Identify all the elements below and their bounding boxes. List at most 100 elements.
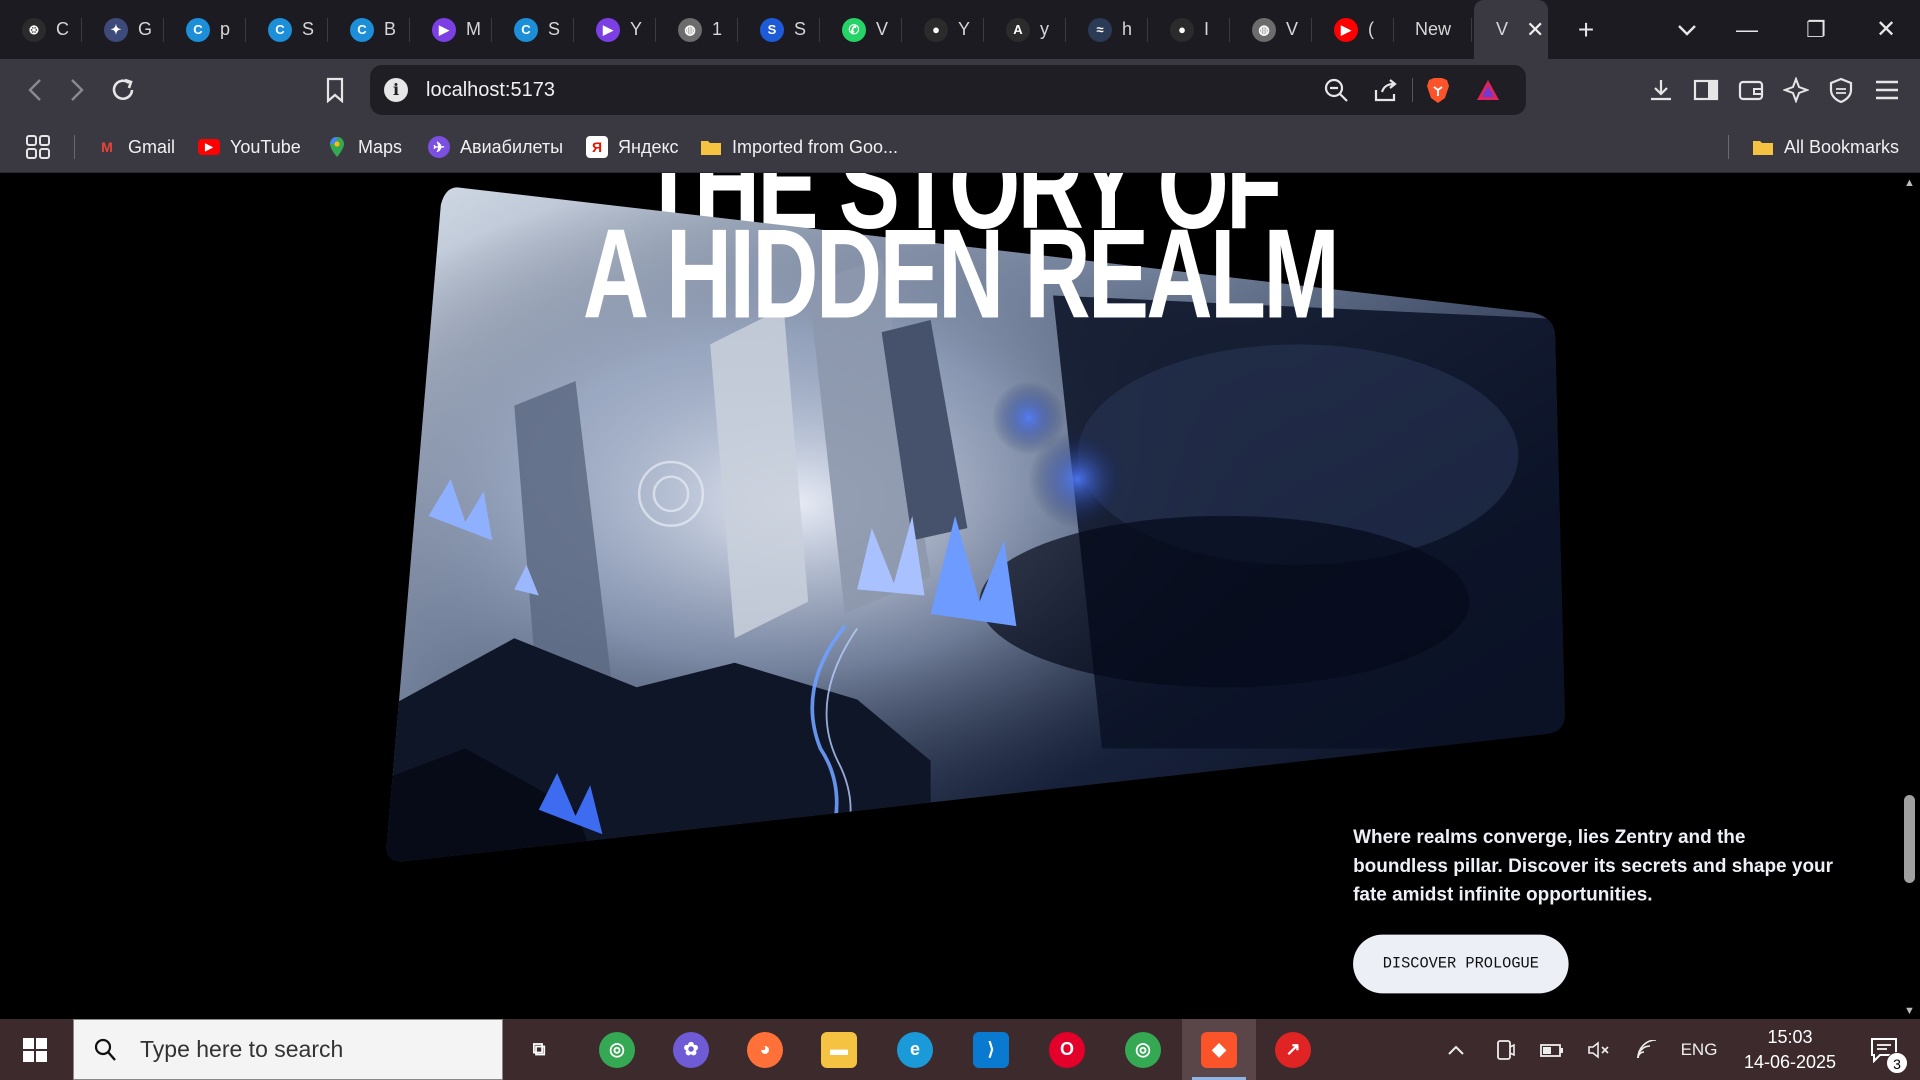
browser-tab-active[interactable]: V ✕ bbox=[1474, 0, 1548, 59]
bookmark-aviasales[interactable]: ✈ Авиабилеты bbox=[428, 121, 563, 173]
browser-tab[interactable]: ● Y bbox=[902, 0, 984, 59]
browser-tab[interactable]: ≈ h bbox=[1066, 0, 1148, 59]
close-tab-icon[interactable]: ✕ bbox=[1526, 17, 1544, 43]
browser-tab[interactable]: Ay bbox=[984, 0, 1066, 59]
close-window-button[interactable]: ✕ bbox=[1856, 0, 1916, 59]
start-button[interactable] bbox=[0, 1019, 70, 1080]
chevron-down-icon bbox=[1678, 24, 1696, 36]
taskbar-app-firefox[interactable]: ◕ bbox=[728, 1019, 802, 1080]
taskbar-app-opera[interactable]: O bbox=[1030, 1019, 1104, 1080]
notification-center-button[interactable]: 3 bbox=[1848, 1019, 1920, 1080]
url-text[interactable]: localhost:5173 bbox=[426, 65, 555, 115]
browser-tab[interactable]: ◍ 1 bbox=[656, 0, 738, 59]
wallet-icon bbox=[1738, 80, 1764, 101]
gemini-icon: ✦ bbox=[104, 17, 128, 42]
browser-tab[interactable]: SS bbox=[738, 0, 820, 59]
browser-tab[interactable]: ● I bbox=[1148, 0, 1230, 59]
clock[interactable]: 15:03 14-06-2025 bbox=[1735, 1019, 1845, 1080]
bookmark-youtube[interactable]: ▶ YouTube bbox=[198, 121, 301, 173]
taskbar-app-vscode[interactable]: ⟩ bbox=[954, 1019, 1028, 1080]
meet-now-button[interactable] bbox=[1488, 1019, 1522, 1080]
browser-tab[interactable]: ▶ M bbox=[410, 0, 492, 59]
reload-icon bbox=[112, 78, 134, 100]
s-logo-icon: S bbox=[760, 17, 784, 42]
bookmark-folder[interactable]: Imported from Goo... bbox=[700, 121, 898, 173]
volume-button[interactable] bbox=[1582, 1019, 1616, 1080]
browser-tab[interactable]: ▶ Y bbox=[574, 0, 656, 59]
browser-tab[interactable]: ◍ V bbox=[1230, 0, 1312, 59]
language-indicator[interactable]: ENG bbox=[1674, 1019, 1724, 1080]
taskbar-app-chrome-profile[interactable]: ◎ bbox=[1106, 1019, 1180, 1080]
bookmark-yandex[interactable]: Я Яндекс bbox=[586, 121, 679, 173]
browser-tab[interactable]: CS bbox=[492, 0, 574, 59]
browser-tab[interactable]: ⊛ C bbox=[0, 0, 82, 59]
folder-icon bbox=[700, 136, 722, 158]
taskbar-app-edge[interactable]: e bbox=[878, 1019, 952, 1080]
plus-icon: + bbox=[1577, 13, 1595, 45]
vertical-scrollbar[interactable]: ▲ ▼ bbox=[1899, 173, 1920, 1019]
windows-taskbar: Type here to search ENG 15:03 14-06-2025… bbox=[0, 1019, 1920, 1080]
tab-title: I bbox=[1204, 19, 1210, 39]
battery-button[interactable] bbox=[1534, 1019, 1570, 1080]
new-tab-button[interactable]: + bbox=[1556, 0, 1616, 59]
browser-tab[interactable]: ▶( bbox=[1312, 0, 1394, 59]
bookmark-page-button[interactable] bbox=[312, 59, 358, 121]
menu-button[interactable] bbox=[1864, 59, 1910, 121]
downloads-button[interactable] bbox=[1638, 59, 1684, 121]
bookmark-gmail[interactable]: M Gmail bbox=[96, 121, 175, 173]
scroll-down-arrow-icon[interactable]: ▼ bbox=[1899, 1005, 1920, 1017]
tab-list-button[interactable] bbox=[1657, 0, 1717, 59]
taskbar-app-brave[interactable]: ◆ bbox=[1182, 1019, 1256, 1080]
browser-tab[interactable]: CS bbox=[246, 0, 328, 59]
back-button[interactable] bbox=[12, 59, 58, 121]
browser-tab-new[interactable]: New bbox=[1394, 0, 1472, 59]
bookmark-label: Gmail bbox=[128, 136, 176, 157]
brave-shields-button[interactable] bbox=[1418, 65, 1458, 115]
sidebar-button[interactable] bbox=[1683, 59, 1729, 121]
address-bar[interactable]: i localhost:5173 bbox=[370, 65, 1526, 115]
zoom-button[interactable] bbox=[1316, 65, 1356, 115]
minimize-button[interactable]: — bbox=[1717, 0, 1777, 59]
rewards-triangle-icon bbox=[1477, 80, 1499, 100]
discover-prologue-button[interactable]: DISCOVER PROLOGUE bbox=[1353, 934, 1569, 994]
taskbar-app-app-red[interactable]: ↗ bbox=[1256, 1019, 1330, 1080]
globe-icon: ◍ bbox=[678, 17, 702, 42]
site-info-icon[interactable]: i bbox=[384, 78, 408, 102]
wallet-button[interactable] bbox=[1728, 59, 1774, 121]
taskbar-app-file-explorer[interactable]: ▬ bbox=[802, 1019, 876, 1080]
tab-title: ( bbox=[1368, 19, 1374, 39]
scrollbar-thumb[interactable] bbox=[1904, 795, 1915, 883]
taskbar-app-task-view[interactable]: ⧉ bbox=[502, 1019, 576, 1080]
browser-tab[interactable]: ✆ V bbox=[820, 0, 902, 59]
bookmark-label: YouTube bbox=[230, 136, 301, 157]
share-button[interactable] bbox=[1366, 65, 1406, 115]
maps-pin-icon bbox=[326, 136, 348, 158]
all-bookmarks-button[interactable]: All Bookmarks bbox=[1752, 121, 1899, 173]
tab-title: V bbox=[1496, 19, 1509, 39]
browser-tab[interactable]: CB bbox=[328, 0, 410, 59]
wifi-button[interactable] bbox=[1630, 1019, 1666, 1080]
vpn-button[interactable] bbox=[1818, 59, 1864, 121]
taskbar-app-chrome[interactable]: ◎ bbox=[580, 1019, 654, 1080]
ai-logo-icon: A bbox=[1006, 17, 1030, 42]
apps-button[interactable] bbox=[24, 121, 52, 173]
browser-tab[interactable]: ✦ G bbox=[82, 0, 164, 59]
taskbar-app-copilot[interactable]: ✿ bbox=[654, 1019, 728, 1080]
show-hidden-icons-button[interactable] bbox=[1440, 1019, 1472, 1080]
restore-button[interactable]: ❐ bbox=[1786, 0, 1846, 59]
brave-rewards-button[interactable] bbox=[1468, 65, 1508, 115]
browser-tab[interactable]: Cp bbox=[164, 0, 246, 59]
sparkle-icon bbox=[1783, 77, 1809, 103]
reload-button[interactable] bbox=[100, 59, 146, 121]
forward-button[interactable] bbox=[54, 59, 100, 121]
tab-title: S bbox=[794, 19, 807, 39]
scroll-up-arrow-icon[interactable]: ▲ bbox=[1899, 177, 1920, 189]
taskbar-search-box[interactable]: Type here to search bbox=[73, 1019, 503, 1080]
bookmark-label: Maps bbox=[358, 136, 403, 157]
bookmark-maps-pin[interactable]: Maps bbox=[326, 121, 402, 173]
volume-muted-icon bbox=[1588, 1040, 1609, 1059]
leo-ai-button[interactable] bbox=[1773, 59, 1819, 121]
copilot-icon: ✿ bbox=[673, 1031, 709, 1068]
whatsapp-icon: ✆ bbox=[842, 17, 866, 42]
tab-title: M bbox=[466, 19, 481, 39]
